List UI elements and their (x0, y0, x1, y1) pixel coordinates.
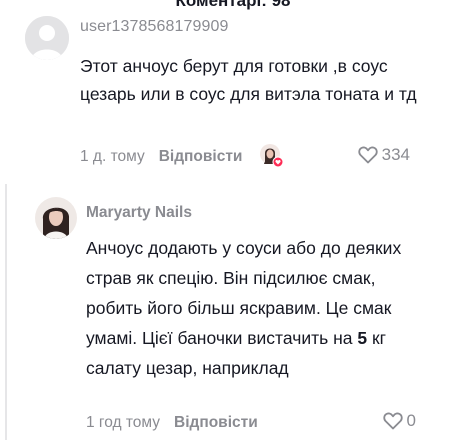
comment-time: 1 год тому (86, 414, 160, 431)
like-count: 334 (381, 145, 410, 164)
comment-username[interactable]: Maryarty Nails (86, 204, 192, 222)
like-count: 0 (406, 411, 416, 430)
like-button[interactable]: 334 (357, 145, 410, 165)
heart-outline-icon (357, 146, 378, 164)
heart-outline-icon (382, 412, 403, 430)
comment-text: Этот анчоус берут для готовки ,в соус це… (80, 56, 417, 104)
comment-text: Анчоус додають у соуси або до деяких стр… (86, 233, 416, 383)
comment-username[interactable]: user1378568179909 (80, 18, 229, 36)
comment-meta: 1 д. тому Відповісти (80, 146, 242, 168)
reply-button[interactable]: Відповісти (174, 414, 258, 432)
reply-thread-line (5, 184, 7, 440)
comment-text-bold: 5 (357, 328, 368, 348)
creator-liked-avatar-icon (259, 143, 285, 169)
reply-button[interactable]: Відповісти (159, 148, 243, 166)
comment-time: 1 д. тому (80, 148, 145, 165)
comments-panel: Коментарі: 98 user1378568179909 Этот анч… (0, 0, 466, 440)
comment-text-part: Анчоус додають у соуси або до деяких стр… (86, 238, 402, 348)
default-avatar-icon[interactable] (25, 16, 69, 60)
user-photo-avatar[interactable] (35, 197, 77, 239)
comments-count-title: Коментарі: 98 (175, 0, 291, 10)
comment-meta: 1 год тому Відповісти (86, 412, 258, 434)
like-button[interactable]: 0 (382, 411, 416, 431)
